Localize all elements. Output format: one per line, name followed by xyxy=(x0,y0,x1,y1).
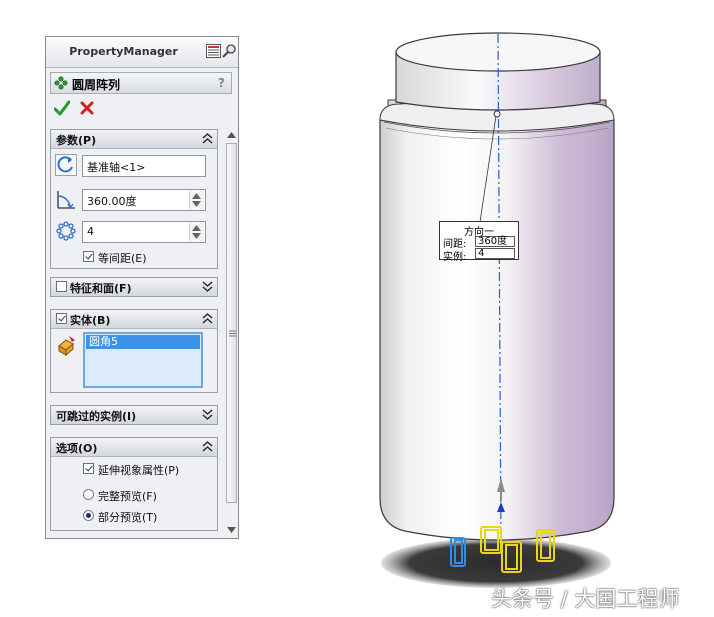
features-faces-checkbox[interactable] xyxy=(56,281,67,292)
scroll-up-icon[interactable] xyxy=(227,132,236,138)
bodies-list-item-label: 圆角5 xyxy=(89,335,118,348)
skip-instances-group: 可跳过的实例(I) xyxy=(50,405,218,425)
equal-spacing-label: 等间距(E) xyxy=(98,252,147,265)
propagate-visual-label: 延伸视象属性(P) xyxy=(98,464,180,477)
options-group-header[interactable]: 选项(O) xyxy=(51,438,217,457)
pin-toggle-icon[interactable] xyxy=(206,44,221,58)
watermark: 头条号 / 大国工程师 xyxy=(491,587,680,611)
equal-spacing-checkbox[interactable] xyxy=(83,251,94,262)
instance-count-field[interactable]: 4 xyxy=(82,221,206,243)
bodies-checkbox[interactable] xyxy=(56,313,67,324)
options-group: 选项(O) 延伸视象属性(P) 完整预览(F) 部分预览(T) xyxy=(50,437,218,531)
ok-checkmark-icon[interactable] xyxy=(54,100,70,116)
chevron-down-icon[interactable] xyxy=(202,409,213,420)
partial-preview-label: 部分预览(T) xyxy=(98,511,158,524)
property-manager-title: PropertyManager xyxy=(69,45,178,58)
bodies-group: 实体(B) 圆角5 xyxy=(50,309,218,393)
angle-icon xyxy=(57,191,75,210)
ground-shadow xyxy=(381,538,611,588)
feature-title-bar: 圆周阵列 ? xyxy=(50,72,232,94)
circular-pattern-icon xyxy=(54,76,68,90)
options-group-label: 选项(O) xyxy=(56,442,98,455)
partial-preview-radio[interactable] xyxy=(83,510,94,521)
instance-count-icon xyxy=(56,221,76,241)
instance-count-spinner[interactable] xyxy=(189,223,204,241)
cancel-x-icon[interactable] xyxy=(80,101,94,115)
chevron-down-icon[interactable] xyxy=(202,281,213,292)
cylinder-body[interactable] xyxy=(379,119,615,541)
bodies-group-label: 实体(B) xyxy=(70,314,111,327)
property-manager-header: PropertyManager xyxy=(46,37,238,68)
bodies-selection-list[interactable]: 圆角5 xyxy=(83,332,203,388)
axis-selection-field[interactable]: 基准轴<1> xyxy=(82,155,206,177)
full-preview-label: 完整预览(F) xyxy=(98,490,157,503)
magnifier-icon[interactable] xyxy=(222,44,237,58)
angle-field[interactable]: 360.00度 xyxy=(82,189,206,211)
features-faces-group-header[interactable]: 特征和面(F) xyxy=(51,278,217,296)
pattern-callout[interactable]: 方向一 间距: 360度 实例: 4 xyxy=(439,221,519,263)
property-manager-panel: PropertyManager 圆周阵列 ? 参数(P) 基准轴<1> 360.… xyxy=(45,36,239,539)
bodies-group-header[interactable]: 实体(B) xyxy=(51,310,217,329)
skip-instances-group-label: 可跳过的实例(I) xyxy=(56,410,137,423)
propagate-visual-checkbox[interactable] xyxy=(83,463,94,474)
feature-name: 圆周阵列 xyxy=(72,78,121,92)
chevron-up-icon[interactable] xyxy=(202,313,213,324)
panel-scrollbar[interactable] xyxy=(225,129,238,537)
axis-handle[interactable] xyxy=(493,110,501,118)
help-icon[interactable]: ? xyxy=(218,76,225,90)
params-group: 参数(P) 基准轴<1> 360.00度 4 等间距(E) xyxy=(50,129,218,269)
params-group-label: 参数(P) xyxy=(56,134,97,147)
scroll-down-icon[interactable] xyxy=(227,527,236,533)
bodies-list-item[interactable]: 圆角5 xyxy=(86,335,200,349)
chevron-up-icon[interactable] xyxy=(202,441,213,452)
solid-body-icon xyxy=(58,336,75,356)
callout-instances-label: 实例: xyxy=(443,252,467,263)
full-preview-radio[interactable] xyxy=(83,489,94,500)
rotation-axis-icon[interactable] xyxy=(55,154,77,176)
grip-icon xyxy=(229,330,236,337)
angle-spinner[interactable] xyxy=(189,191,204,209)
callout-instances-value[interactable]: 4 xyxy=(475,248,515,259)
scroll-thumb[interactable] xyxy=(226,143,237,503)
params-group-header[interactable]: 参数(P) xyxy=(51,130,217,149)
angle-value: 360.00度 xyxy=(87,195,137,208)
chevron-up-icon[interactable] xyxy=(202,133,213,144)
instance-count-value: 4 xyxy=(87,225,94,238)
features-faces-group-label: 特征和面(F) xyxy=(70,282,132,295)
features-faces-group: 特征和面(F) xyxy=(50,277,218,297)
callout-spacing-value[interactable]: 360度 xyxy=(475,236,515,247)
skip-instances-group-header[interactable]: 可跳过的实例(I) xyxy=(51,406,217,424)
